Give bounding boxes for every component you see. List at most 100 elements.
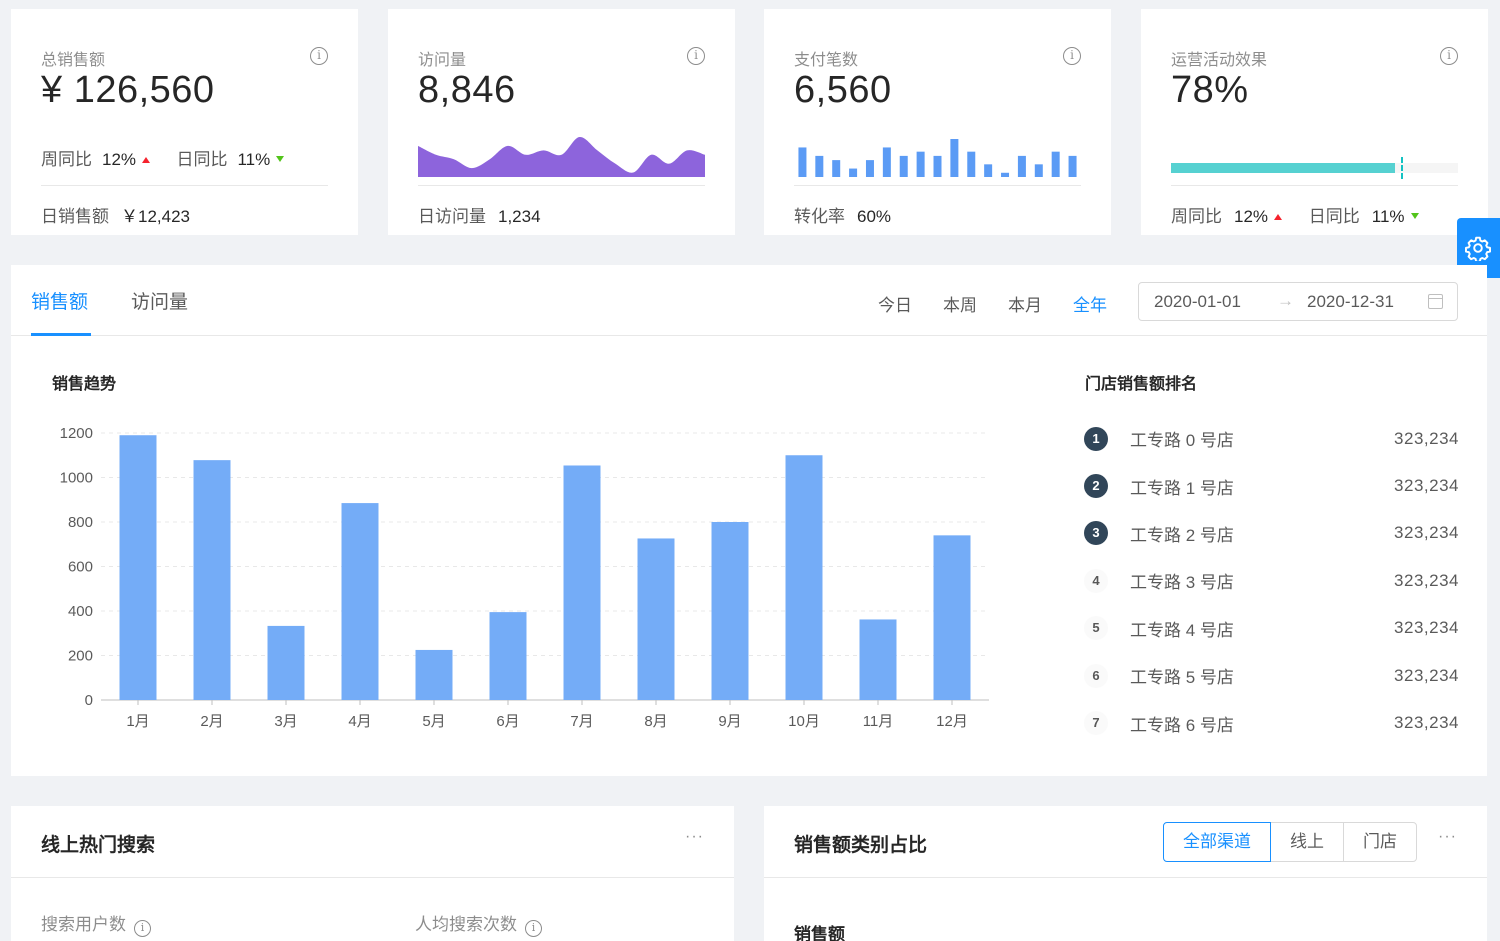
more-icon[interactable]: ··· — [1438, 828, 1457, 846]
x-tick-label: 9月 — [718, 713, 741, 730]
bar[interactable] — [785, 455, 823, 700]
channel-online[interactable]: 线上 — [1270, 822, 1344, 862]
more-icon[interactable]: ··· — [685, 828, 704, 846]
info-circle-icon[interactable]: i — [1063, 47, 1081, 65]
mini-bar — [967, 151, 976, 177]
visits-sparkline — [418, 129, 705, 185]
bar[interactable] — [711, 522, 749, 700]
store-name: 工专路 3 号店 — [1130, 573, 1234, 593]
gear-icon — [1465, 236, 1491, 261]
stat-total: 6,560 — [794, 69, 892, 111]
metric-avg-searches: 人均搜索次数 i — [415, 910, 542, 937]
rank-item: 2 工专路 1 号店 323,234 — [1084, 462, 1459, 509]
mini-bar — [933, 155, 942, 177]
stat-card-payments: 支付笔数 i 6,560 转化率 60% — [764, 9, 1111, 235]
card-title: 销售额类别占比 — [794, 835, 928, 856]
info-circle-icon[interactable]: i — [310, 47, 328, 65]
range-week[interactable]: 本周 — [943, 291, 977, 316]
date-range-picker[interactable]: 2020-01-01 → 2020-12-31 — [1138, 282, 1458, 321]
x-tick-label: 5月 — [422, 713, 445, 730]
bar[interactable] — [341, 503, 379, 700]
bar[interactable] — [563, 465, 601, 700]
info-circle-icon[interactable]: i — [687, 47, 705, 65]
trend-label: 日同比 — [176, 150, 228, 169]
mini-bar — [899, 155, 908, 177]
store-sales-value: 323,234 — [1394, 713, 1459, 733]
y-tick-label: 400 — [68, 603, 93, 620]
bar[interactable] — [637, 538, 675, 700]
info-circle-icon[interactable]: i — [525, 920, 542, 937]
channel-radio-group: 全部渠道 线上 门店 — [1163, 822, 1417, 862]
range-today[interactable]: 今日 — [878, 291, 912, 316]
store-sales-value: 323,234 — [1394, 428, 1459, 448]
sales-category-card: 销售额类别占比 全部渠道 线上 门店 ··· 销售额 — [764, 806, 1487, 941]
operations-progress — [1171, 129, 1458, 185]
trend-value: 11% — [1371, 207, 1405, 226]
mini-bar — [1034, 164, 1043, 177]
tab-sales[interactable]: 销售额 — [31, 287, 88, 334]
card-header: 销售额类别占比 全部渠道 线上 门店 ··· — [764, 806, 1487, 878]
metric-label: 搜索用户数 — [41, 915, 126, 934]
bar[interactable] — [489, 612, 527, 700]
store-sales-value: 323,234 — [1394, 476, 1459, 496]
metric-label: 人均搜索次数 — [415, 915, 517, 934]
channel-all[interactable]: 全部渠道 — [1163, 822, 1271, 862]
progress-target-marker — [1400, 157, 1403, 179]
channel-stores[interactable]: 门店 — [1343, 822, 1417, 862]
x-tick-label: 11月 — [863, 713, 894, 730]
stat-footer: 日访问量 1,234 — [418, 185, 705, 227]
bar[interactable] — [193, 460, 231, 700]
footer-label: 日访问量 — [418, 207, 486, 226]
trend-value: 12% — [102, 150, 137, 169]
info-circle-icon[interactable]: i — [1440, 47, 1458, 65]
bar[interactable] — [933, 535, 971, 700]
footer-value: 1,234 — [498, 207, 541, 226]
mini-bar — [815, 155, 824, 177]
range-year[interactable]: 全年 — [1073, 291, 1107, 316]
arrow-right-icon: → — [1277, 291, 1294, 310]
sparkline-area — [418, 136, 705, 177]
trend-label: 日同比 — [1308, 207, 1360, 226]
stat-footer: 日销售额 ￥12,423 — [41, 185, 328, 227]
x-tick-label: 4月 — [348, 713, 371, 730]
date-start[interactable]: 2020-01-01 — [1154, 292, 1241, 312]
store-name: 工专路 2 号店 — [1130, 525, 1234, 545]
stat-title: 支付笔数 — [794, 52, 859, 69]
range-month[interactable]: 本月 — [1008, 291, 1042, 316]
hot-search-card: 线上热门搜索 ··· 搜索用户数 i 人均搜索次数 i — [11, 806, 734, 941]
caret-up-icon — [1274, 214, 1283, 220]
rank-number: 2 — [1084, 474, 1108, 499]
date-end[interactable]: 2020-12-31 — [1307, 292, 1394, 312]
mini-bar — [849, 168, 858, 177]
rank-title: 门店销售额排名 — [1085, 376, 1198, 393]
bar[interactable] — [859, 619, 897, 700]
metric-search-users: 搜索用户数 i — [41, 910, 151, 937]
stat-card-operations: 运营活动效果 i 78% 周同比 12% 日同比 11% — [1141, 9, 1488, 235]
tab-visits[interactable]: 访问量 — [131, 287, 188, 334]
bar[interactable] — [119, 435, 157, 700]
stat-total: ¥ 126,560 — [41, 69, 215, 111]
caret-down-icon — [1410, 213, 1419, 219]
sales-tabs: 销售额 访问量 今日 本周 本月 全年 2020-01-01 → 2020-12… — [11, 265, 1487, 336]
chart-title: 销售趋势 — [52, 376, 117, 393]
y-tick-label: 1000 — [60, 470, 93, 487]
stat-title: 运营活动效果 — [1171, 52, 1268, 69]
mini-bar — [832, 160, 841, 177]
bar[interactable] — [267, 625, 305, 700]
stat-footer: 周同比 12% 日同比 11% — [1171, 185, 1458, 227]
bar[interactable] — [415, 649, 453, 700]
footer-label: 日销售额 — [41, 207, 109, 226]
store-name: 工专路 6 号店 — [1130, 715, 1234, 735]
stat-total: 8,846 — [418, 69, 516, 111]
footer-label: 转化率 — [794, 207, 845, 226]
stat-total: 78% — [1171, 69, 1249, 111]
stat-title: 总销售额 — [41, 52, 106, 69]
footer-value: 60% — [857, 207, 892, 226]
info-circle-icon[interactable]: i — [134, 920, 151, 937]
store-sales-value: 323,234 — [1394, 618, 1459, 638]
mini-bar — [1068, 155, 1077, 177]
store-name: 工专路 1 号店 — [1130, 478, 1234, 498]
rank-item: 4 工专路 3 号店 323,234 — [1084, 557, 1459, 604]
x-tick-label: 10月 — [788, 713, 820, 730]
mini-bar — [865, 160, 874, 177]
